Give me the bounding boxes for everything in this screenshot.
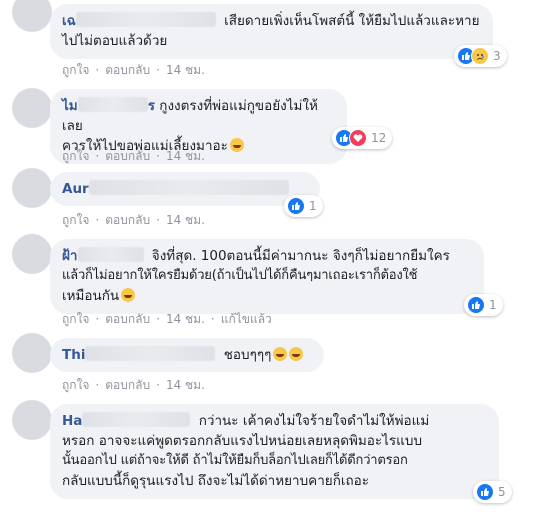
timestamp[interactable]: 14 ชม. (166, 63, 205, 77)
reply-button[interactable]: ตอบกลับ (105, 149, 150, 163)
avatar[interactable] (12, 0, 52, 32)
reaction-count: 1 (489, 298, 497, 312)
author-name[interactable]: Aur (62, 181, 89, 197)
reply-button[interactable]: ตอบกลับ (105, 213, 150, 227)
edited-label[interactable]: แก้ไขแล้ว (221, 312, 272, 326)
comment-text-line: นั้นออกไป แต่ถ้าจะให้ดี ถ้าไม่ให้ยืมก็บล… (62, 453, 408, 468)
comment-actions: ถูกใจ · ตอบกลับ · 14 ชม. (62, 213, 205, 227)
comment-actions: ถูกใจ · ตอบกลับ · 14 ชม. (62, 378, 205, 392)
like-button[interactable]: ถูกใจ (62, 378, 89, 392)
comment-bubble: Ha กว่านะ เค้าคงไม่ใจร้ายใจดำไม่ให้พ่อแม… (50, 404, 499, 499)
comment-bubble: เฉ เสียดายเพิ่งเห็นโพสต์นี้ ให้ยืมไปแล้ว… (50, 4, 493, 59)
author-name[interactable]: Ha (62, 413, 82, 429)
reply-button[interactable]: ตอบกลับ (105, 378, 150, 392)
reaction-count: 5 (498, 485, 506, 499)
comment-actions: ถูกใจ · ตอบกลับ · 14 ชม. (62, 63, 205, 77)
comment-bubble: ฝ้า จิงที่สุด. 100ตอนนี้มีค่ามากนะ จิงๆก… (50, 239, 484, 314)
comment-text: กว่านะ เค้าคงไม่ใจร้ายใจดำไม่ให้พ่อแม่ (198, 413, 430, 429)
like-icon (476, 483, 494, 501)
redacted-author-name (75, 12, 216, 27)
love-icon (349, 129, 367, 147)
redacted-author-name (77, 97, 148, 112)
reply-button[interactable]: ตอบกลับ (105, 63, 150, 77)
reaction-summary[interactable]: 1 (464, 294, 503, 316)
like-button[interactable]: ถูกใจ (62, 149, 89, 163)
like-button[interactable]: ถูกใจ (62, 213, 89, 227)
avatar[interactable] (12, 234, 52, 274)
redacted-author-name (88, 180, 289, 195)
comment-thread: เฉ เสียดายเพิ่งเห็นโพสต์นี้ ให้ยืมไปแล้ว… (0, 0, 549, 519)
comment-text-line: หรอก อาจจะแค่พูดตรอกกลับแรงไปหน่อยเลยหลุ… (62, 433, 423, 449)
comment-text-line: ไปไม่ตอบแล้วด้วย (62, 33, 168, 49)
like-button[interactable]: ถูกใจ (62, 63, 89, 77)
author-name[interactable]: ฝ้า (62, 248, 78, 264)
timestamp[interactable]: 14 ชม. (166, 149, 205, 163)
reaction-count: 12 (371, 131, 387, 145)
like-icon (467, 296, 485, 314)
avatar[interactable] (12, 400, 52, 440)
laughing-emoji-icon (229, 138, 244, 152)
comment-text-line: แล้วก็ไม่อยากให้ใครยืมด้วย(ถ้าเป็นไปได้ก… (62, 268, 418, 283)
redacted-author-name (82, 412, 191, 427)
reaction-count: 1 (309, 199, 317, 213)
laughing-emoji-icon (289, 347, 304, 361)
reaction-summary[interactable]: 3 (454, 45, 507, 67)
comment-text: ชอบๆๆๆ (223, 347, 272, 363)
comment-text-line: เหมือนกัน (62, 288, 120, 304)
timestamp[interactable]: 14 ชม. (166, 378, 205, 392)
author-name[interactable]: เฉ (62, 13, 76, 29)
comment-actions: ถูกใจ · ตอบกลับ · 14 ชม. · แก้ไขแล้ว (62, 312, 272, 326)
like-icon (287, 197, 305, 215)
like-button[interactable]: ถูกใจ (62, 312, 89, 326)
reply-button[interactable]: ตอบกลับ (105, 312, 150, 326)
avatar[interactable] (12, 333, 52, 373)
reaction-summary[interactable]: 1 (284, 195, 323, 217)
redacted-author-name (85, 346, 216, 361)
comment-text: จิงที่สุด. 100ตอนนี้มีค่ามากนะ จิงๆก็ไม่… (151, 248, 450, 264)
reaction-summary[interactable]: 12 (332, 127, 393, 149)
comment-text: เสียดายเพิ่งเห็นโพสต์นี้ ให้ยืมไปแล้วและ… (224, 13, 480, 29)
sad-icon (471, 47, 489, 65)
laughing-emoji-icon (273, 347, 288, 361)
comment-bubble: Aur (50, 172, 320, 206)
redacted-author-name (77, 247, 144, 262)
reaction-summary[interactable]: 5 (473, 481, 512, 503)
comment-bubble: Thi ชอบๆๆๆ (50, 338, 324, 372)
smiling-emoji-icon (121, 288, 136, 302)
comment-actions: ถูกใจ · ตอบกลับ · 14 ชม. (62, 149, 205, 163)
author-name[interactable]: ไม (62, 98, 78, 114)
avatar[interactable] (12, 88, 52, 128)
timestamp[interactable]: 14 ชม. (166, 213, 205, 227)
reaction-count: 3 (493, 49, 501, 63)
timestamp[interactable]: 14 ชม. (166, 312, 205, 326)
author-name-tail[interactable]: ร (148, 98, 155, 114)
author-name[interactable]: Thi (62, 347, 85, 363)
comment-text-line: กลับแบบนี้ก็ดูรุนแรงไป ถึงจะไม่ได้ด่าหยา… (62, 473, 370, 489)
avatar[interactable] (12, 168, 52, 208)
